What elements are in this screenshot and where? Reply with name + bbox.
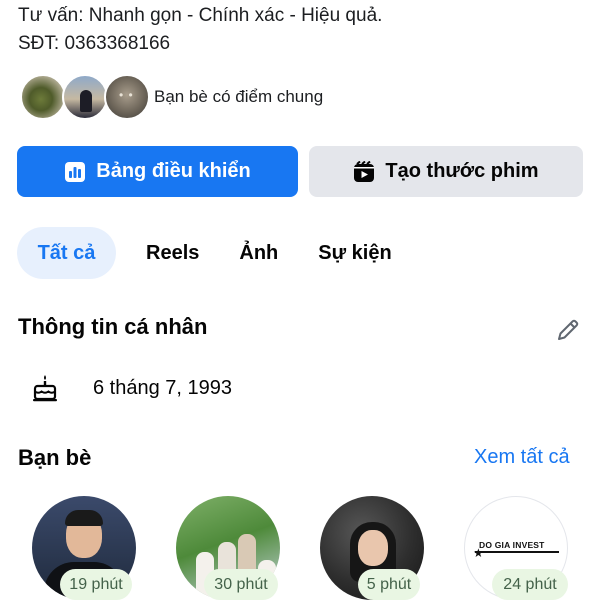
create-reel-button-label: Tạo thước phim <box>385 160 539 182</box>
reel-icon <box>353 160 375 183</box>
bio-line-2: SĐT: 0363368166 <box>18 33 171 54</box>
friends-title: Bạn bè <box>18 445 92 470</box>
tab-events[interactable]: Sự kiện <box>298 227 411 279</box>
pencil-icon[interactable] <box>555 317 581 343</box>
tab-all[interactable]: Tất cả <box>17 227 116 279</box>
dashboard-button[interactable]: Bảng điều khiển <box>17 146 298 197</box>
profile-tabs: Tất cả Reels Ảnh Sự kiện <box>17 227 412 279</box>
mutual-friends-label: Bạn bè có điểm chung <box>154 87 324 106</box>
logo-underline <box>475 551 559 553</box>
bio-line-1: Tư vấn: Nhanh gọn - Chính xác - Hiệu quả… <box>18 5 383 26</box>
create-reel-button[interactable]: Tạo thước phim <box>309 146 583 197</box>
friend-activity-badge: 19 phút <box>60 569 132 600</box>
tab-photos[interactable]: Ảnh <box>219 227 298 279</box>
avatar <box>20 74 66 120</box>
dashboard-button-label: Bảng điều khiển <box>96 160 251 182</box>
avatar <box>104 74 150 120</box>
bar-chart-icon <box>64 161 86 183</box>
birthday-cake-icon <box>30 373 60 403</box>
profile-bio: Tư vấn: Nhanh gọn - Chính xác - Hiệu quả… <box>18 2 382 58</box>
mutual-friends-avatars <box>20 74 150 120</box>
tab-reels[interactable]: Reels <box>126 227 219 279</box>
friend-activity-badge: 24 phút <box>492 569 568 600</box>
avatar-face <box>358 530 388 566</box>
see-all-friends-link[interactable]: Xem tất cả <box>474 446 570 469</box>
avatar-hair <box>65 510 103 526</box>
logo-text: DO GIA INVEST <box>479 540 545 550</box>
birthday-row: 6 tháng 7, 1993 <box>30 368 232 408</box>
friend-activity-badge: 5 phút <box>358 569 420 600</box>
mutual-friends-row[interactable]: Bạn bè có điểm chung <box>20 74 323 120</box>
personal-info-title: Thông tin cá nhân <box>18 314 208 339</box>
friend-activity-badge: 30 phút <box>204 569 278 600</box>
avatar <box>62 74 108 120</box>
birthday-value: 6 tháng 7, 1993 <box>93 376 233 399</box>
